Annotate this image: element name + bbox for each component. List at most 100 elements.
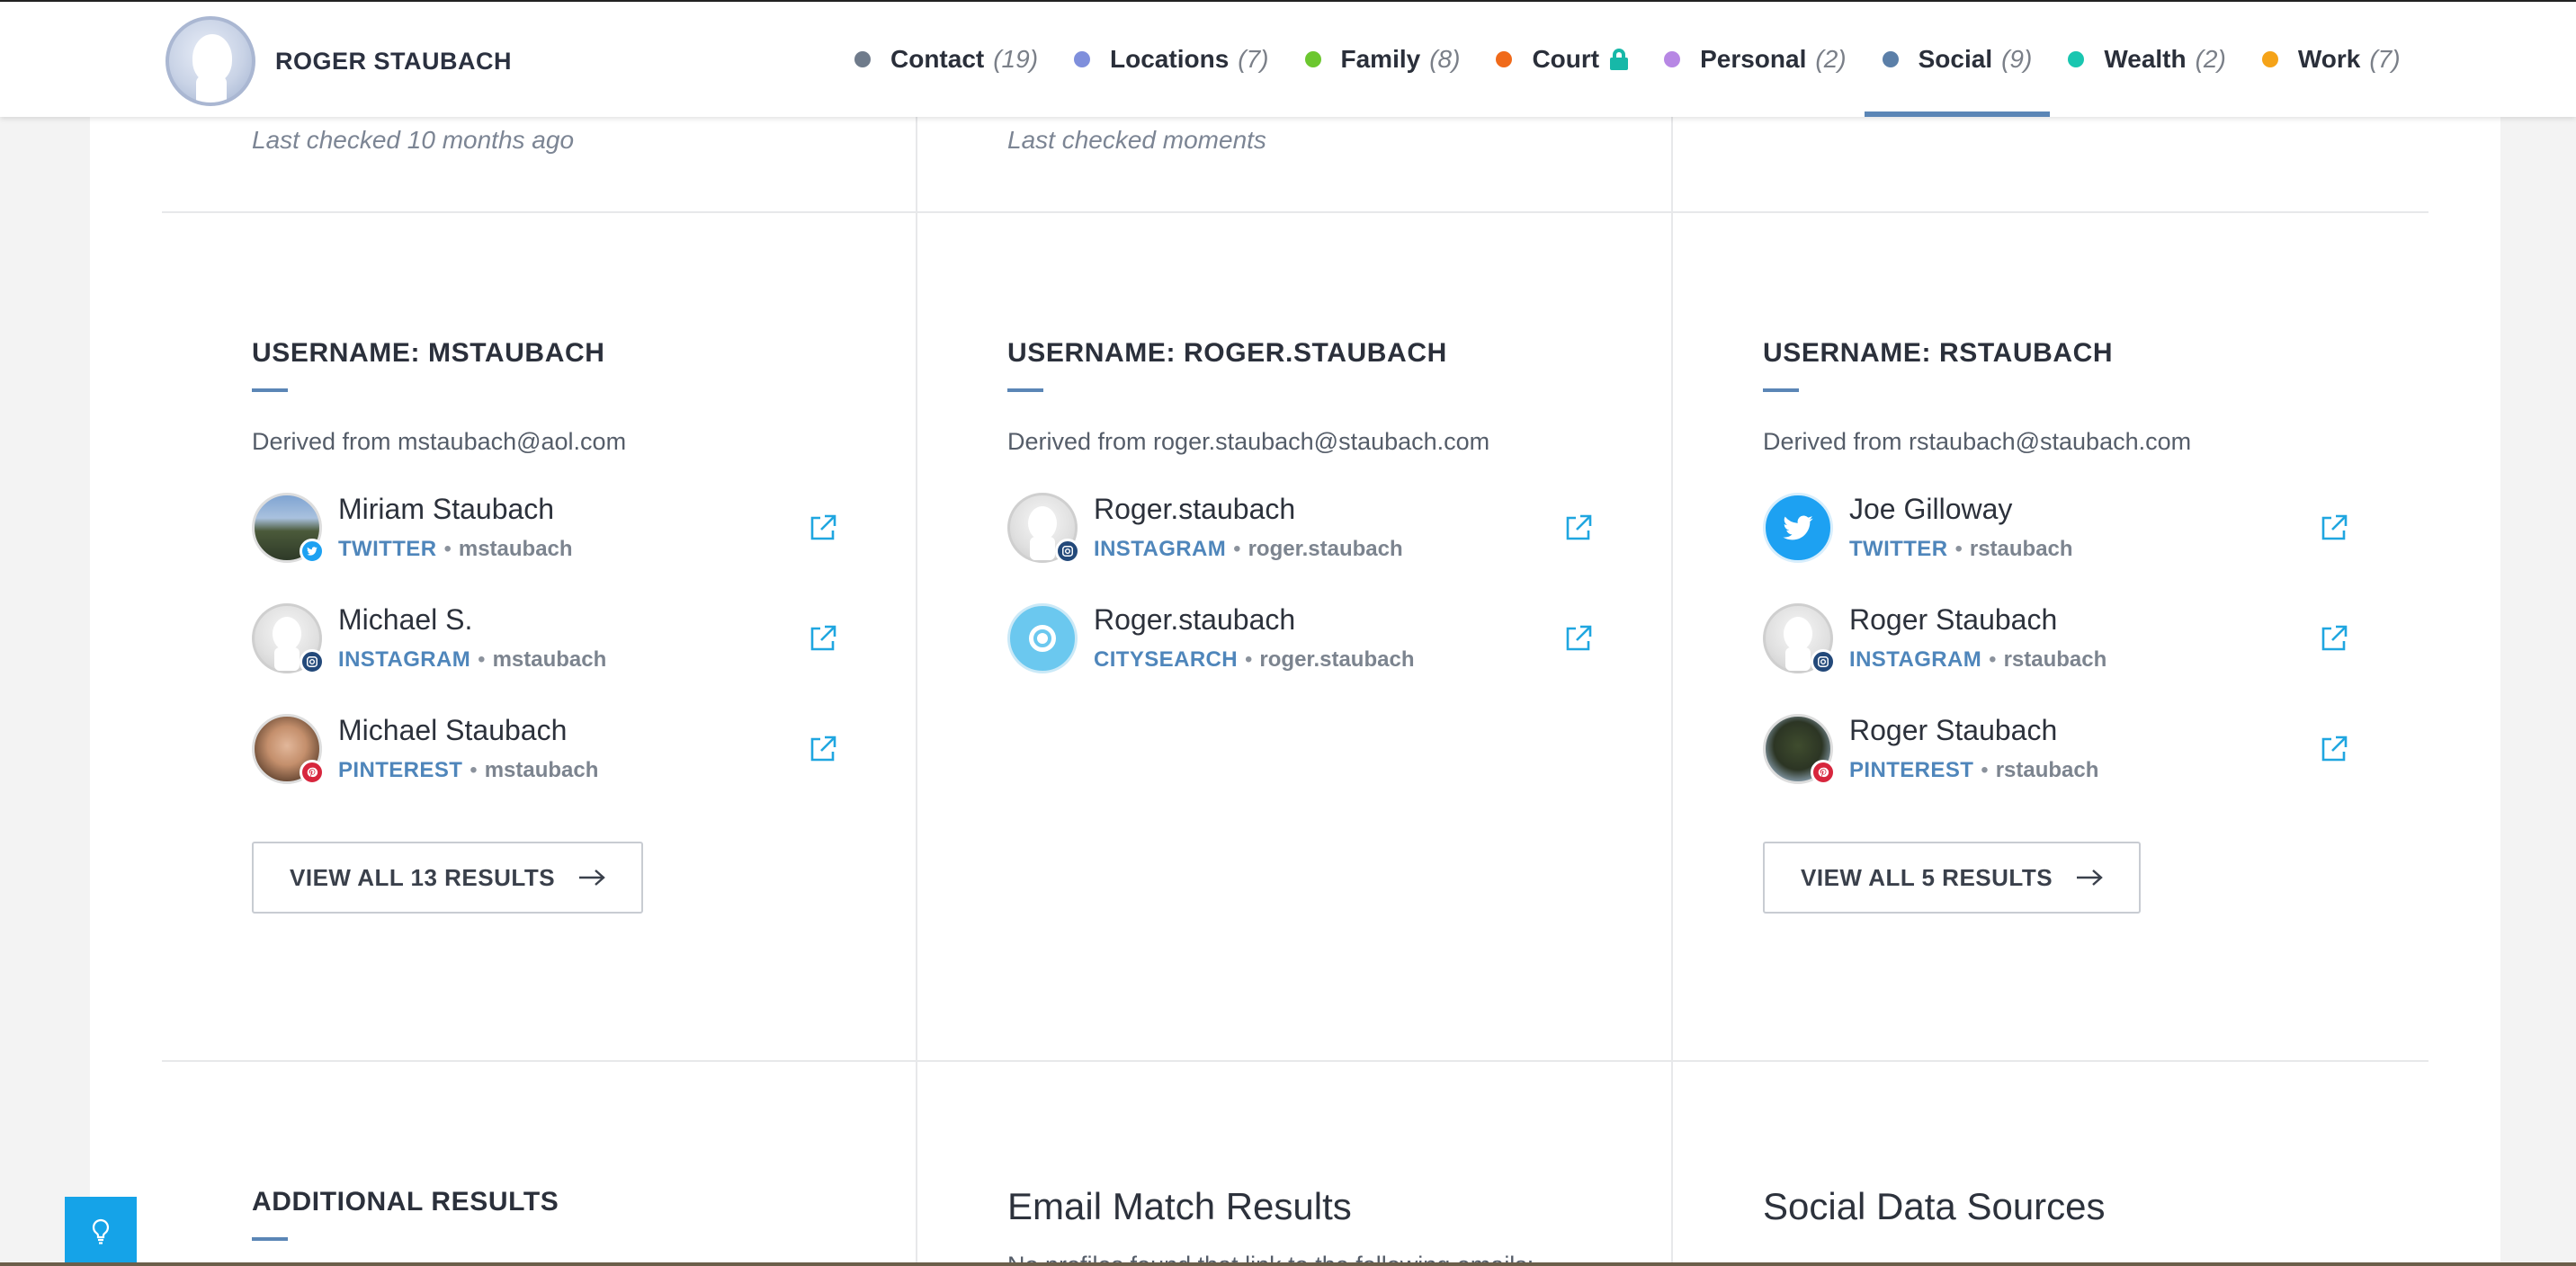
- external-link-icon[interactable]: [2319, 513, 2349, 543]
- external-link-icon[interactable]: [2319, 623, 2349, 654]
- tab-family[interactable]: Family (8): [1287, 2, 1479, 117]
- lock-icon: [1610, 49, 1629, 70]
- twitter-icon: [1763, 492, 1833, 563]
- network-label: INSTAGRAM: [1094, 537, 1227, 561]
- result-username: rstaubach: [1995, 758, 2099, 782]
- result-name: Miriam Staubach: [338, 493, 555, 525]
- title-underline: [252, 388, 288, 392]
- help-button[interactable]: [65, 1197, 137, 1266]
- profile-name: ROGER STAUBACH: [275, 47, 512, 75]
- social-dot-icon: [1882, 51, 1899, 67]
- result-item: Miriam Staubach TWITTER • mstaubach: [252, 472, 845, 583]
- tab-social[interactable]: Social (9): [1864, 2, 2051, 117]
- instagram-icon: [300, 648, 325, 674]
- result-item: Roger.staubach CITYSEARCH • roger.staubach: [1007, 583, 1601, 693]
- family-dot-icon: [1304, 51, 1321, 67]
- avatar: [252, 602, 325, 674]
- result-name: Michael S.: [338, 603, 473, 636]
- work-dot-icon: [2261, 51, 2278, 67]
- last-checked-text: Last checked moments: [1007, 126, 1266, 154]
- title-underline: [1007, 388, 1043, 392]
- contact-dot-icon: [854, 51, 871, 67]
- result-item: Michael S. INSTAGRAM • mstaubach: [252, 583, 845, 693]
- tab-court[interactable]: Court: [1478, 2, 1646, 117]
- network-label: PINTEREST: [1849, 758, 1974, 782]
- social-data-sources-title: Social Data Sources: [1763, 1185, 2106, 1227]
- result-username: roger.staubach: [1259, 647, 1415, 672]
- view-all-label: VIEW ALL 5 RESULTS: [1801, 863, 2053, 891]
- section-title: USERNAME: ROGER.STAUBACH: [1007, 338, 1447, 368]
- username-section-mstaubach: USERNAME: MSTAUBACH Derived from mstauba…: [252, 338, 845, 914]
- external-link-icon[interactable]: [1563, 623, 1594, 654]
- derived-from-text: Derived from mstaubach@aol.com: [252, 428, 627, 455]
- avatar: [1763, 713, 1836, 785]
- results-list: Roger.staubach INSTAGRAM • roger.staubach …: [1007, 472, 1601, 693]
- view-all-results-button[interactable]: VIEW ALL 5 RESULTS: [1763, 842, 2142, 914]
- section-title: USERNAME: RSTAUBACH: [1763, 338, 2114, 368]
- tab-wealth[interactable]: Wealth (2): [2050, 2, 2244, 117]
- main-card: Last checked 10 months ago Last checked …: [90, 0, 2500, 1266]
- result-username: rstaubach: [2003, 647, 2107, 672]
- result-name: Roger Staubach: [1849, 603, 2058, 636]
- network-label: CITYSEARCH: [1094, 647, 1239, 672]
- last-checked-text: Last checked 10 months ago: [252, 126, 575, 154]
- pinterest-icon: [300, 759, 325, 785]
- profile-avatar: [165, 16, 255, 106]
- result-name: Roger.staubach: [1094, 493, 1296, 525]
- tab-work[interactable]: Work (7): [2244, 2, 2419, 117]
- result-item: Michael Staubach PINTEREST • mstaubach: [252, 693, 845, 804]
- result-item: Joe Gilloway TWITTER • rstaubach: [1763, 472, 2357, 583]
- window-bottom-edge: [0, 1262, 2576, 1266]
- email-match-title: Email Match Results: [1007, 1185, 1352, 1227]
- column-divider: [1671, 0, 1673, 1266]
- avatar: [252, 492, 325, 564]
- arrow-right-icon: [579, 869, 605, 886]
- result-name: Joe Gilloway: [1849, 493, 2013, 525]
- external-link-icon[interactable]: [2319, 734, 2349, 764]
- external-link-icon[interactable]: [1563, 513, 1594, 543]
- results-list: Joe Gilloway TWITTER • rstaubach Roger Sta…: [1763, 472, 2357, 804]
- tab-personal[interactable]: Personal (2): [1646, 2, 1865, 117]
- instagram-icon: [1811, 648, 1836, 674]
- avatar: [1763, 602, 1836, 674]
- external-link-icon[interactable]: [808, 734, 838, 764]
- citysearch-icon: [1007, 602, 1078, 673]
- result-username: mstaubach: [458, 537, 573, 561]
- avatar: [1007, 492, 1080, 564]
- instagram-icon: [1055, 538, 1080, 564]
- username-section-rstaubach: USERNAME: RSTAUBACH Derived from rstauba…: [1763, 338, 2357, 914]
- result-name: Roger.staubach: [1094, 603, 1296, 636]
- pinterest-icon: [1811, 759, 1836, 785]
- result-item: Roger.staubach INSTAGRAM • roger.staubach: [1007, 472, 1601, 583]
- arrow-right-icon: [2077, 869, 2103, 886]
- profile-header[interactable]: ROGER STAUBACH: [165, 16, 512, 106]
- result-name: Michael Staubach: [338, 714, 568, 746]
- result-name: Roger Staubach: [1849, 714, 2058, 746]
- result-username: roger.staubach: [1248, 537, 1403, 561]
- row-divider: [162, 1060, 2428, 1062]
- avatar: [252, 713, 325, 785]
- result-item: Roger Staubach INSTAGRAM • rstaubach: [1763, 583, 2357, 693]
- title-underline: [252, 1237, 288, 1241]
- network-label: INSTAGRAM: [338, 647, 471, 672]
- lightbulb-icon: [92, 1218, 110, 1244]
- network-label: TWITTER: [338, 537, 437, 561]
- view-all-results-button[interactable]: VIEW ALL 13 RESULTS: [252, 842, 644, 914]
- external-link-icon[interactable]: [808, 513, 838, 543]
- network-label: TWITTER: [1849, 537, 1948, 561]
- derived-from-text: Derived from roger.staubach@staubach.com: [1007, 428, 1490, 455]
- derived-from-text: Derived from rstaubach@staubach.com: [1763, 428, 2192, 455]
- twitter-icon: [300, 538, 325, 564]
- result-username: mstaubach: [484, 758, 599, 782]
- court-dot-icon: [1496, 51, 1513, 67]
- top-navigation-bar: ROGER STAUBACH Contact (19) Locations (7) …: [0, 0, 2576, 117]
- results-list: Miriam Staubach TWITTER • mstaubach Michae…: [252, 472, 845, 804]
- tab-locations[interactable]: Locations (7): [1056, 2, 1286, 117]
- external-link-icon[interactable]: [808, 623, 838, 654]
- section-tabs: Contact (19) Locations (7) Family (8) Court…: [836, 2, 2419, 117]
- tab-contact[interactable]: Contact (19): [836, 2, 1056, 117]
- result-username: rstaubach: [1969, 537, 2073, 561]
- result-item: Roger Staubach PINTEREST • rstaubach: [1763, 693, 2357, 804]
- wealth-dot-icon: [2068, 51, 2085, 67]
- network-label: INSTAGRAM: [1849, 647, 1982, 672]
